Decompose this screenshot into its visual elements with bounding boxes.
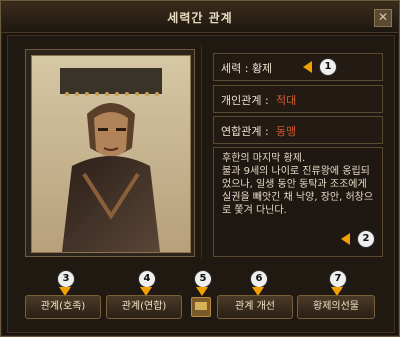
relation-alliance-button[interactable]: 관계(연합) [106,295,182,319]
marker-arrow-1 [303,61,312,73]
close-icon[interactable]: ✕ [374,9,392,27]
marker-arrow-2 [341,233,350,245]
faction-label: 세력 : 황제 [221,62,273,75]
marker-1: 1 [319,58,337,76]
marker-arrow-5 [196,287,208,296]
title-bar: 세력간 관계 ✕ [2,2,398,33]
improve-relation-button[interactable]: 관계 개선 [217,295,293,319]
marker-7: 7 [329,270,347,288]
marker-5: 5 [194,270,212,288]
window-title: 세력간 관계 [167,11,233,25]
marker-2: 2 [357,230,375,248]
personal-relation-label: 개인관계 : [221,94,269,107]
bio-headline: 후한의 마지막 황제. [222,153,306,164]
emperor-gift-button[interactable]: 황제의선물 [297,295,375,319]
chest-lid [195,302,207,310]
portrait-image [32,56,190,252]
faction-field: 세력 : 황제 [213,53,383,81]
faction-relations-window: 세력간 관계 ✕ 세력: 황제 1 개인관계: 적대 연합관계: 동맹 후… [0,0,400,337]
personal-relation-value: 적대 [276,94,297,107]
personal-relation-field: 개인관계 : 적대 [213,85,383,113]
marker-3: 3 [57,270,75,288]
treasure-chest-icon[interactable] [191,297,211,317]
alliance-relation-field: 연합관계 : 동맹 [213,116,383,144]
bio-text: 불과 9세의 나이로 진류왕에 옹립되었으나, 일생 동안 동탁과 조조에게 실… [222,166,374,216]
marker-6: 6 [250,270,268,288]
divider [201,45,202,259]
alliance-relation-value: 동맹 [276,125,297,138]
marker-4: 4 [138,270,156,288]
emperor-portrait [31,55,191,253]
alliance-relation-label: 연합관계 : [221,125,269,138]
relation-clan-button[interactable]: 관계(호족) [25,295,101,319]
portrait-frame [25,49,195,257]
